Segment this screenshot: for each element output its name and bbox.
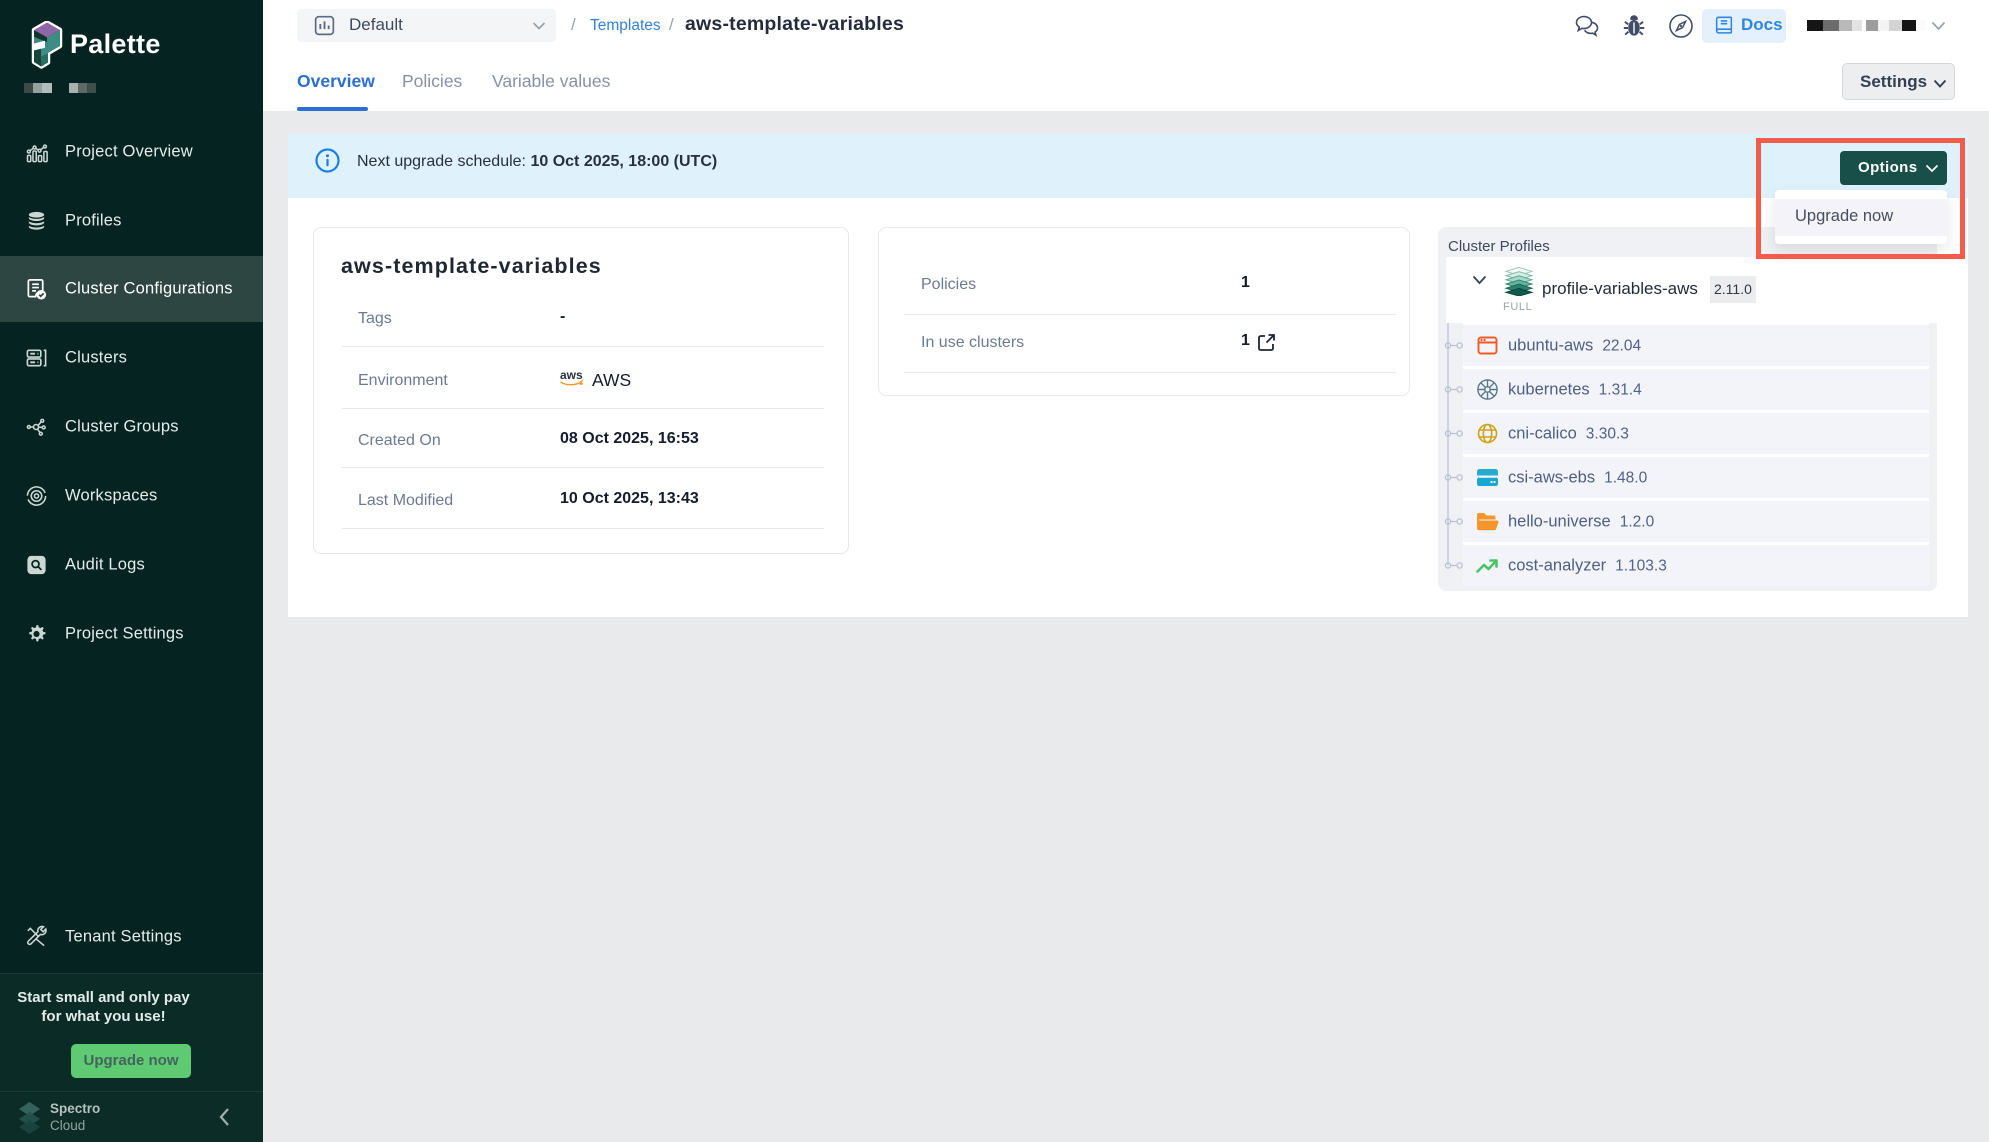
svg-text:aws: aws xyxy=(560,368,583,382)
